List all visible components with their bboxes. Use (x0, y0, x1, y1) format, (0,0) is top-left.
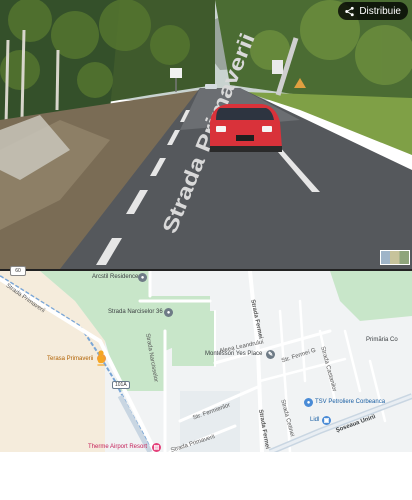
place-label-lidl[interactable]: Lidl (310, 417, 319, 423)
imagery-thumbnail[interactable] (380, 250, 410, 265)
place-label-therme[interactable]: Therme Airport Resort (88, 444, 147, 450)
share-button[interactable]: Distribuie (338, 2, 408, 20)
place-label-primaria[interactable]: Primăria Co (366, 337, 398, 343)
shopping-icon[interactable]: ▣ (322, 416, 331, 425)
place-label-terasa[interactable]: Terasa Primaverii (47, 356, 93, 362)
pin-icon[interactable]: ● (138, 273, 147, 282)
place-label-tsv[interactable]: TSV Petroliere Corbeanca (315, 399, 385, 405)
place-label-montessori[interactable]: Montessori Yes Place (205, 351, 262, 357)
share-icon (345, 6, 355, 16)
place-label-narciselor36[interactable]: Strada Narciselor 36 (108, 309, 163, 315)
share-button-label: Distribuie (359, 5, 401, 17)
red-car (210, 104, 282, 152)
school-icon[interactable]: ✎ (266, 350, 275, 359)
route-badge: 101A (112, 381, 130, 389)
pin-icon[interactable]: ● (164, 308, 173, 317)
map-panel[interactable]: Strada Primaverii Strada Narciselor 36 ●… (0, 271, 412, 452)
street-view-image[interactable]: Strada Primaverii (0, 0, 412, 269)
street-view-panel[interactable]: Strada Primaverii Distribuie (0, 0, 412, 269)
pegman-icon[interactable] (95, 350, 107, 366)
scale-badge: 60 (10, 266, 26, 276)
pin-icon[interactable]: ● (304, 398, 313, 407)
place-label-arcstil[interactable]: Arcstil Residences (92, 274, 141, 280)
hotel-icon[interactable]: ▤ (152, 443, 161, 452)
